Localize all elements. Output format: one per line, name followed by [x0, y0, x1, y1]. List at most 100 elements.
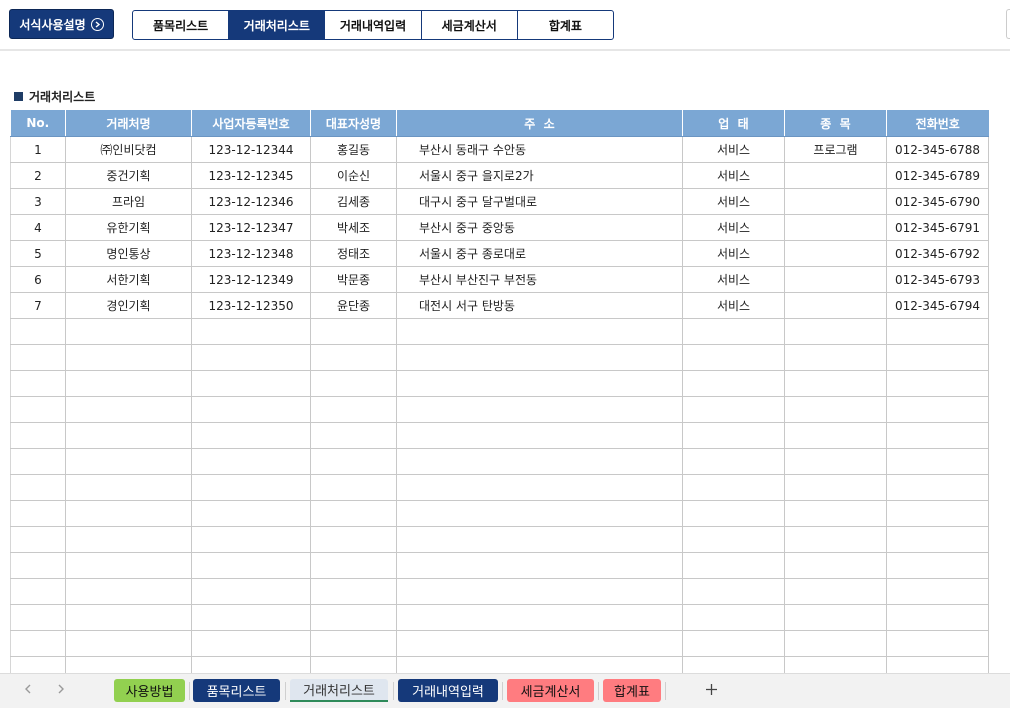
empty-cell[interactable] [886, 552, 989, 579]
column-header[interactable]: 대표자성명 [310, 110, 397, 137]
empty-cell[interactable] [682, 422, 785, 449]
empty-cell[interactable] [191, 448, 311, 475]
empty-cell[interactable] [396, 526, 683, 553]
cell-business-type[interactable]: 서비스 [682, 162, 785, 189]
empty-cell[interactable] [310, 526, 397, 553]
sheet-tab-tax-invoice[interactable]: 세금계산서 [507, 679, 594, 702]
cell-business-item[interactable] [784, 214, 887, 241]
cell-representative[interactable]: 박세조 [310, 214, 397, 241]
empty-cell[interactable] [682, 318, 785, 345]
empty-cell[interactable] [191, 422, 311, 449]
cell-address[interactable]: 대구시 중구 달구벌대로 [396, 188, 683, 215]
cell-address[interactable]: 부산시 부산진구 부전동 [396, 266, 683, 293]
help-button[interactable]: 서식사용설명 [9, 9, 114, 39]
cell-business-type[interactable]: 서비스 [682, 266, 785, 293]
cell-address[interactable]: 부산시 동래구 수안동 [396, 136, 683, 163]
empty-cell[interactable] [310, 344, 397, 371]
empty-cell[interactable] [65, 630, 192, 657]
cell-business-item[interactable] [784, 292, 887, 319]
empty-cell[interactable] [886, 370, 989, 397]
cell-representative[interactable]: 홍길동 [310, 136, 397, 163]
empty-cell[interactable] [191, 604, 311, 631]
empty-cell[interactable] [784, 344, 887, 371]
cell-address[interactable]: 대전시 서구 탄방동 [396, 292, 683, 319]
cell-no[interactable]: 5 [10, 240, 66, 267]
column-header[interactable]: No. [10, 110, 66, 137]
empty-cell[interactable] [65, 526, 192, 553]
empty-cell[interactable] [65, 448, 192, 475]
empty-cell[interactable] [191, 344, 311, 371]
empty-cell[interactable] [396, 578, 683, 605]
cell-representative[interactable]: 이순신 [310, 162, 397, 189]
cell-address[interactable]: 서울시 중구 종로대로 [396, 240, 683, 267]
cell-business-type[interactable]: 서비스 [682, 136, 785, 163]
empty-cell[interactable] [10, 370, 66, 397]
empty-cell[interactable] [310, 500, 397, 527]
cell-no[interactable]: 3 [10, 188, 66, 215]
empty-cell[interactable] [396, 630, 683, 657]
cell-representative[interactable]: 김세종 [310, 188, 397, 215]
column-header[interactable]: 거래처명 [65, 110, 192, 137]
empty-cell[interactable] [886, 396, 989, 423]
cell-phone[interactable]: 012-345-6788 [886, 136, 989, 163]
empty-cell[interactable] [10, 526, 66, 553]
empty-cell[interactable] [310, 370, 397, 397]
empty-cell[interactable] [65, 578, 192, 605]
empty-cell[interactable] [886, 448, 989, 475]
cell-phone[interactable]: 012-345-6792 [886, 240, 989, 267]
empty-cell[interactable] [191, 552, 311, 579]
nav-tab-client-list[interactable]: 거래처리스트 [229, 11, 326, 39]
empty-cell[interactable] [396, 422, 683, 449]
cell-client-name[interactable]: ㈜인비닷컴 [65, 136, 192, 163]
empty-cell[interactable] [886, 474, 989, 501]
empty-cell[interactable] [784, 526, 887, 553]
cell-phone[interactable]: 012-345-6794 [886, 292, 989, 319]
column-header[interactable]: 전화번호 [886, 110, 989, 137]
sheet-tab-client-list[interactable]: 거래처리스트 [290, 679, 388, 702]
cell-address[interactable]: 부산시 중구 중앙동 [396, 214, 683, 241]
nav-tab-item-list[interactable]: 품목리스트 [133, 11, 230, 39]
empty-cell[interactable] [784, 370, 887, 397]
cell-client-name[interactable]: 중건기획 [65, 162, 192, 189]
nav-tab-transaction-input[interactable]: 거래내역입력 [325, 11, 422, 39]
empty-cell[interactable] [310, 318, 397, 345]
empty-cell[interactable] [65, 396, 192, 423]
empty-cell[interactable] [65, 318, 192, 345]
empty-cell[interactable] [682, 630, 785, 657]
cell-phone[interactable]: 012-345-6789 [886, 162, 989, 189]
empty-cell[interactable] [396, 344, 683, 371]
empty-cell[interactable] [784, 552, 887, 579]
empty-cell[interactable] [10, 396, 66, 423]
cell-business-number[interactable]: 123-12-12349 [191, 266, 311, 293]
nav-tab-summary[interactable]: 합계표 [518, 11, 613, 39]
cell-business-number[interactable]: 123-12-12347 [191, 214, 311, 241]
sheet-tab-transaction-input[interactable]: 거래내역입력 [398, 679, 498, 702]
cell-business-type[interactable]: 서비스 [682, 214, 785, 241]
empty-cell[interactable] [10, 474, 66, 501]
cell-client-name[interactable]: 프라임 [65, 188, 192, 215]
cell-no[interactable]: 2 [10, 162, 66, 189]
empty-cell[interactable] [10, 578, 66, 605]
empty-cell[interactable] [191, 526, 311, 553]
sheet-tab-item-list[interactable]: 품목리스트 [193, 679, 280, 702]
empty-cell[interactable] [65, 474, 192, 501]
chevron-left-icon[interactable] [24, 680, 33, 699]
empty-cell[interactable] [191, 578, 311, 605]
cell-client-name[interactable]: 서한기획 [65, 266, 192, 293]
cell-phone[interactable]: 012-345-6793 [886, 266, 989, 293]
empty-cell[interactable] [784, 396, 887, 423]
empty-cell[interactable] [784, 578, 887, 605]
empty-cell[interactable] [396, 552, 683, 579]
empty-cell[interactable] [396, 396, 683, 423]
empty-cell[interactable] [65, 422, 192, 449]
empty-cell[interactable] [886, 630, 989, 657]
cell-no[interactable]: 6 [10, 266, 66, 293]
empty-cell[interactable] [191, 370, 311, 397]
cell-business-item[interactable]: 프로그램 [784, 136, 887, 163]
cell-address[interactable]: 서울시 중구 을지로2가 [396, 162, 683, 189]
empty-cell[interactable] [784, 604, 887, 631]
empty-cell[interactable] [191, 500, 311, 527]
empty-cell[interactable] [310, 474, 397, 501]
empty-cell[interactable] [682, 526, 785, 553]
empty-cell[interactable] [682, 500, 785, 527]
